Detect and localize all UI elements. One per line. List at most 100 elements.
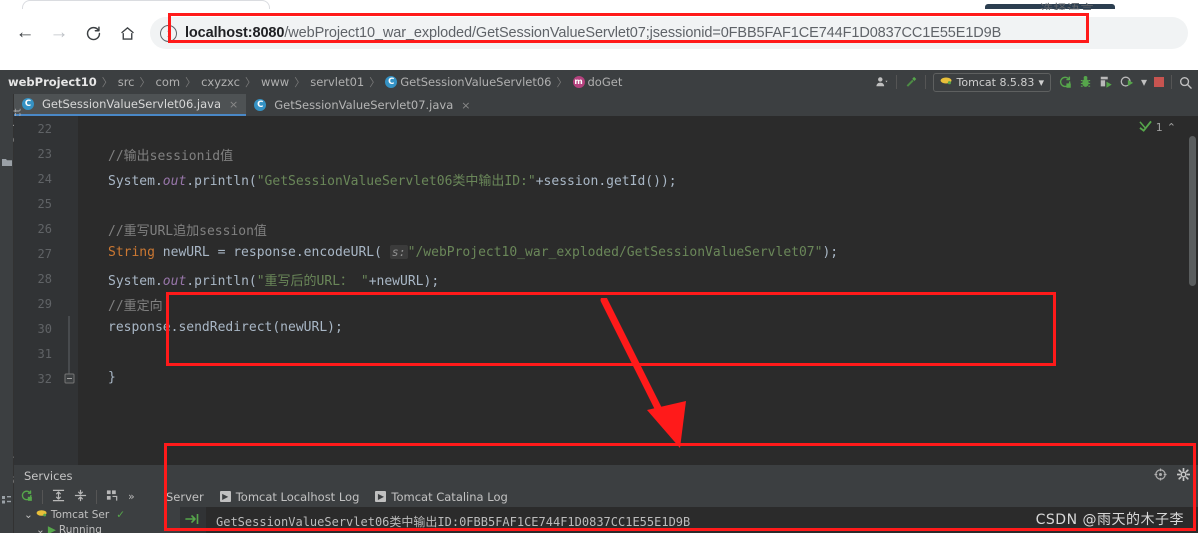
chevron-down-icon[interactable]: ▾ <box>1141 75 1147 89</box>
code-line-32: } <box>108 370 116 385</box>
inspections-widget[interactable]: 1 ⌃ <box>1139 120 1176 135</box>
group-by-icon[interactable] <box>106 489 119 505</box>
tree-label: Tomcat Ser <box>50 508 110 521</box>
back-icon[interactable]: ← <box>8 16 42 50</box>
run-with-coverage-icon[interactable] <box>1120 75 1134 89</box>
editor-tab-servlet06[interactable]: C GetSessionValueServlet06.java × <box>14 94 247 116</box>
line-number: 27 <box>37 247 52 261</box>
site-info-icon[interactable]: i <box>160 24 177 42</box>
tomcat-icon <box>940 75 953 89</box>
code-line-26: //重写URL追加session值 <box>108 224 267 239</box>
breadcrumb-separator: 〉 <box>244 76 256 89</box>
structure-icon[interactable] <box>2 489 12 504</box>
console-tab-server[interactable]: Server <box>166 490 204 504</box>
line-number: 29 <box>37 297 52 311</box>
search-icon[interactable] <box>1179 76 1192 89</box>
breadcrumb-item-servlet01[interactable]: servlet01 <box>310 75 364 89</box>
tree-row-tomcat-server[interactable]: ⌄ Tomcat Ser ✓ <box>14 507 158 522</box>
services-header: Services <box>14 465 1198 486</box>
breadcrumb-item-class[interactable]: GetSessionValueServlet06 <box>400 75 551 89</box>
code-line-27: String newURL = response.encodeURL( s: "/… <box>108 245 839 260</box>
browser-tab-strip: 选择语言 <box>0 0 1198 17</box>
screenshot-root: 选择语言 ← → i localhost:8080/webProject10_w… <box>0 0 1198 533</box>
toolbar-divider <box>96 489 97 504</box>
chevron-down-icon[interactable]: ⌄ <box>36 524 45 533</box>
folder-icon[interactable] <box>2 152 12 166</box>
url-host: localhost:8080 <box>185 25 285 41</box>
console-tab-localhost-log[interactable]: ▶ Tomcat Localhost Log <box>219 489 360 504</box>
services-tree[interactable]: ⌄ Tomcat Ser ✓ ⌄ ▶ Running ⌄ Tomc <box>14 507 158 533</box>
tree-label: Running <box>58 523 102 533</box>
close-icon[interactable]: × <box>461 99 470 112</box>
run-icon[interactable] <box>1099 75 1113 89</box>
console-tab-catalina-log[interactable]: ▶ Tomcat Catalina Log <box>375 489 508 504</box>
breadcrumb-item-project[interactable]: webProject10 <box>8 75 97 89</box>
code-line-30: response.sendRedirect(newURL); <box>108 320 343 335</box>
breadcrumb-item-src[interactable]: src <box>118 75 135 89</box>
annotation-arrow-icon <box>600 298 686 448</box>
breadcrumb-separator: 〉 <box>369 76 381 89</box>
jump-down-icon[interactable] <box>185 511 199 530</box>
toolbar-divider <box>1171 75 1172 89</box>
editor-tab-bar: C GetSessionValueServlet06.java × C GetS… <box>14 94 1198 116</box>
toolbar-divider <box>924 75 926 89</box>
rerun-icon[interactable] <box>1058 75 1072 89</box>
code-line-23: //输出sessionid值 <box>108 149 234 164</box>
url-path: /webProject10_war_exploded/GetSessionVal… <box>284 25 1002 41</box>
build-hammer-icon[interactable] <box>904 75 918 89</box>
debug-bug-icon[interactable] <box>1079 75 1092 89</box>
breadcrumb-item-com[interactable]: com <box>156 75 181 89</box>
chevron-up-icon[interactable]: ⌃ <box>1167 121 1176 134</box>
services-body: » Server ▶ Tomcat Localhost Log ▶ Tomcat… <box>14 486 1198 533</box>
services-title: Services <box>24 468 73 483</box>
watermark: CSDN @雨天的木子李 <box>1035 512 1184 528</box>
breadcrumb-item-www[interactable]: www <box>261 75 289 89</box>
collapse-all-icon[interactable] <box>74 489 87 505</box>
stop-icon[interactable] <box>1154 77 1164 87</box>
services-tool-window: Services » Server ▶ Tomcat Localhost Log… <box>14 465 1198 533</box>
editor-fold-column[interactable] <box>60 116 78 465</box>
editor-scrollbar[interactable] <box>1189 136 1196 286</box>
main-toolbar: Tomcat 8.5.83 ▾ ▾ <box>875 70 1192 94</box>
console-tab-label: Tomcat Localhost Log <box>235 489 360 504</box>
url-text: localhost:8080/webProject10_war_exploded… <box>185 25 1001 41</box>
line-number: 22 <box>37 122 52 136</box>
services-header-actions <box>1154 465 1191 486</box>
breadcrumb-separator: 〉 <box>101 76 113 89</box>
console-tab-label: Server <box>166 489 204 504</box>
intellij-window: webProject10 〉 src 〉 com 〉 cxyzxc 〉 www … <box>0 70 1198 533</box>
code-line-29: //重定向 <box>108 299 163 314</box>
forward-icon[interactable]: → <box>42 16 76 50</box>
chevron-down-icon[interactable]: ▾ <box>1038 76 1044 89</box>
close-icon[interactable]: × <box>229 98 238 111</box>
browser-tab[interactable] <box>22 0 270 9</box>
breadcrumb-separator: 〉 <box>139 76 151 89</box>
breadcrumb-separator: 〉 <box>294 76 306 89</box>
breadcrumb-item-cxyzxc[interactable]: cxyzxc <box>201 75 240 89</box>
gear-icon[interactable] <box>1176 467 1191 484</box>
editor-tab-label: GetSessionValueServlet07.java <box>274 98 454 112</box>
console-icon: ▶ <box>375 491 387 502</box>
editor-gutter: 22 23 24 25 26 27 28 29 30 31 32 <box>14 116 60 465</box>
reload-icon[interactable] <box>76 16 110 50</box>
home-icon[interactable] <box>110 16 144 50</box>
chevron-down-icon[interactable]: ⌄ <box>24 509 33 521</box>
method-icon: m <box>572 76 585 88</box>
user-dropdown-icon[interactable] <box>875 76 889 88</box>
address-bar[interactable]: i localhost:8080/webProject10_war_explod… <box>150 17 1188 49</box>
editor-tab-servlet07[interactable]: C GetSessionValueServlet07.java × <box>246 94 478 116</box>
editor-tab-label: GetSessionValueServlet06.java <box>42 97 222 111</box>
tree-row-running[interactable]: ⌄ ▶ Running <box>14 522 158 533</box>
omnibox-wrapper: i localhost:8080/webProject10_war_explod… <box>150 17 1188 49</box>
console-tab-label: Tomcat Catalina Log <box>391 489 508 504</box>
crosshair-icon[interactable] <box>1154 467 1167 484</box>
browser-window: 选择语言 ← → i localhost:8080/webProject10_w… <box>0 0 1198 70</box>
run-configuration-selector[interactable]: Tomcat 8.5.83 ▾ <box>932 72 1051 92</box>
toolbar-divider <box>895 75 897 89</box>
inspections-ok-icon <box>1139 120 1152 135</box>
tomcat-icon <box>36 508 48 521</box>
rerun-icon[interactable] <box>20 489 33 505</box>
more-actions-icon[interactable]: » <box>128 490 135 503</box>
breadcrumb-item-method[interactable]: doGet <box>588 75 623 89</box>
expand-all-icon[interactable] <box>52 489 65 505</box>
